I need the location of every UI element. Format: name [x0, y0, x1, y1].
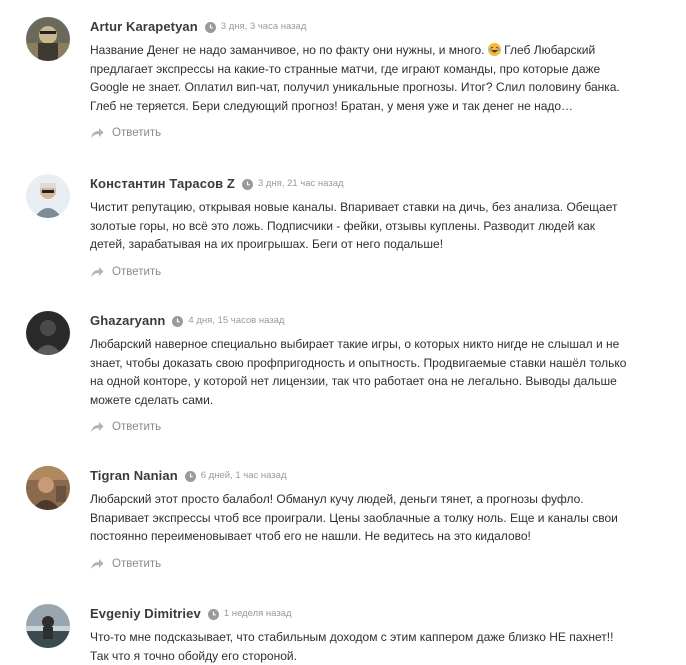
avatar[interactable] [26, 174, 70, 218]
avatar[interactable] [26, 311, 70, 355]
avatar[interactable] [26, 17, 70, 61]
reply-button[interactable]: Ответить [90, 125, 630, 141]
comment-author[interactable]: Константин Тарасов Z [90, 174, 235, 194]
comment-text: Чистит репутацию, открывая новые каналы.… [90, 200, 618, 251]
comment-time: 4 дня, 15 часов назад [188, 315, 285, 326]
reply-icon [90, 558, 104, 570]
comment-text: Название Денег не надо заманчивое, но по… [90, 43, 620, 113]
reply-icon [90, 266, 104, 278]
clock-icon [241, 178, 253, 190]
clock-icon [207, 608, 219, 620]
avatar[interactable] [26, 604, 70, 648]
reply-label: Ответить [112, 421, 162, 433]
comment-author[interactable]: Tigran Nanian [90, 466, 178, 486]
reply-label: Ответить [112, 557, 162, 570]
laughing-emoji-icon [487, 43, 501, 56]
reply-label: Ответить [112, 265, 162, 278]
reply-label: Ответить [112, 127, 162, 139]
reply-icon [90, 421, 104, 433]
comment-text: Что-то мне подсказывает, что стабильным … [90, 630, 614, 663]
comment-time: 6 дней, 1 час назад [200, 470, 287, 481]
comment-time: 3 дня, 3 часа назад [220, 21, 307, 32]
reply-icon [90, 127, 104, 139]
reply-button[interactable]: Ответить [90, 419, 630, 435]
comment-time: 1 неделя назад [223, 608, 292, 619]
clock-icon [184, 470, 196, 482]
reply-button[interactable]: Ответить [90, 556, 630, 572]
comment-text: Любарский этот просто балабол! Обманул к… [90, 492, 618, 543]
comment-author[interactable]: Evgeniy Dimitriev [90, 604, 201, 624]
comment-author[interactable]: Ghazaryann [90, 311, 165, 331]
comment-text: Любарский наверное специально выбирает т… [90, 337, 627, 407]
clock-icon [204, 21, 216, 33]
comments-list: Artur Karapetyan 3 дня, 3 часа назад Наз… [0, 0, 686, 665]
comment-time: 3 дня, 21 час назад [257, 178, 344, 189]
avatar[interactable] [26, 466, 70, 510]
reply-button[interactable]: Ответить [90, 264, 630, 280]
comment-author[interactable]: Artur Karapetyan [90, 17, 198, 37]
clock-icon [172, 315, 184, 327]
